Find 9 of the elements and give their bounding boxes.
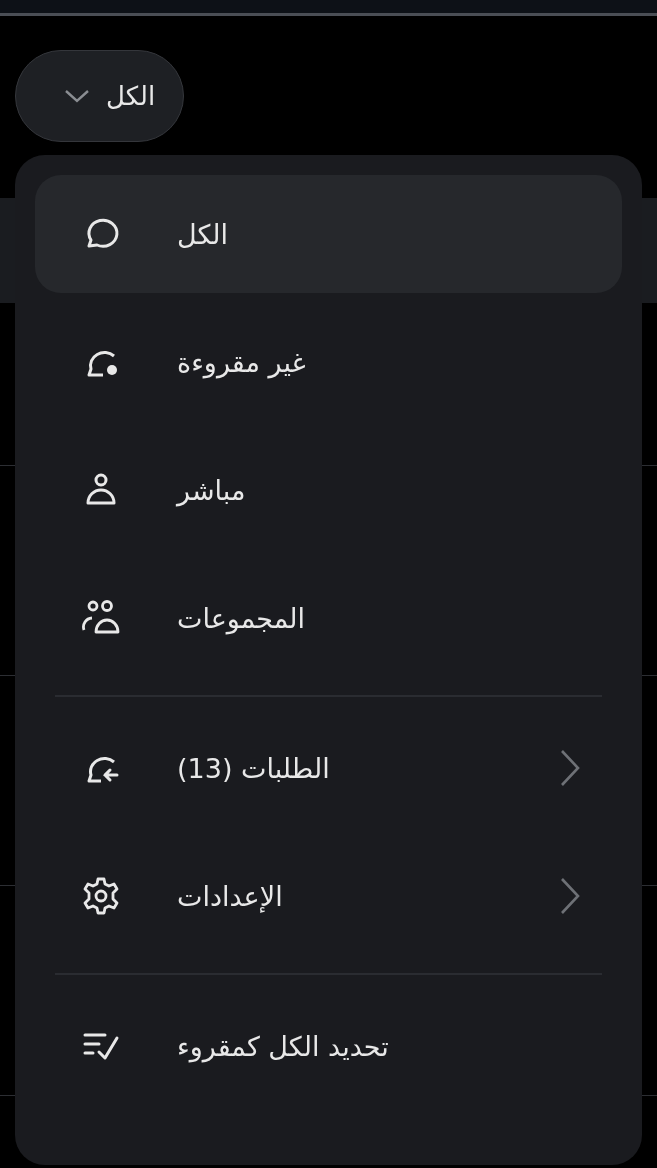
menu-item[interactable]: الإعدادات <box>35 837 622 955</box>
menu-item[interactable]: غير مقروءة <box>35 303 622 421</box>
filter-dropdown[interactable]: الكل <box>15 50 185 142</box>
menu-item[interactable]: الطلبات (13) <box>35 709 622 827</box>
menu-item[interactable]: تحديد الكل كمقروء <box>35 987 622 1105</box>
menu-item[interactable]: مباشر <box>35 431 622 549</box>
menu-item[interactable]: المجموعات <box>35 559 622 677</box>
caret-icon <box>64 89 90 103</box>
menu-item[interactable]: الكل <box>35 175 622 293</box>
